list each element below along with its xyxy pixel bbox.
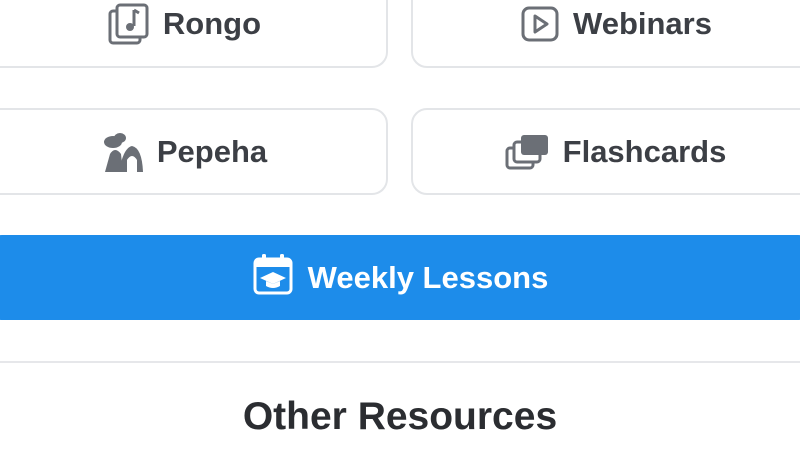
play-box-icon xyxy=(519,3,561,45)
rongo-label: Rongo xyxy=(162,6,262,41)
resources-screen: Rongo Webinars Pepeha Flashcards Weekly … xyxy=(0,0,800,450)
calendar-graduation-icon xyxy=(252,252,294,304)
pepeha-label: Pepeha xyxy=(156,133,268,169)
flashcards-label: Flashcards xyxy=(562,133,727,169)
weekly-lessons-label: Weekly Lessons xyxy=(307,259,549,295)
mountain-people-icon xyxy=(101,130,145,174)
webinars-label: Webinars xyxy=(573,6,712,41)
flashcards-button[interactable]: Flashcards xyxy=(411,108,800,195)
card-stack-icon xyxy=(505,132,551,172)
other-resources-heading: Other Resources xyxy=(242,395,558,438)
music-note-stack-icon xyxy=(107,2,151,46)
rongo-button[interactable]: Rongo xyxy=(0,0,388,68)
weekly-lessons-button[interactable]: Weekly Lessons xyxy=(0,235,800,320)
webinars-button[interactable]: Webinars xyxy=(411,0,800,68)
pepeha-button[interactable]: Pepeha xyxy=(0,108,388,195)
section-divider xyxy=(0,361,800,363)
